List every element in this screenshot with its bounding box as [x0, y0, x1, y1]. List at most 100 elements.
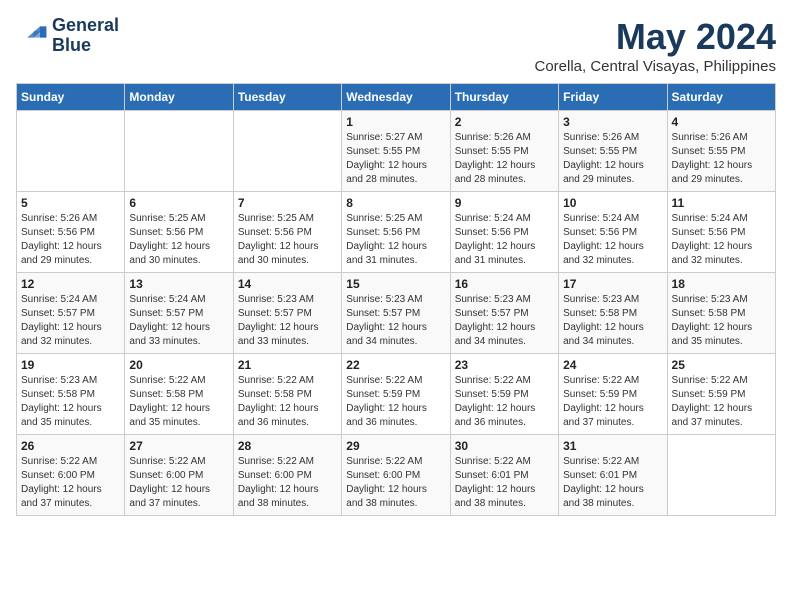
calendar-cell: 7 Sunrise: 5:25 AMSunset: 5:56 PMDaylight… — [233, 192, 341, 273]
calendar-cell: 23 Sunrise: 5:22 AMSunset: 5:59 PMDayligh… — [450, 354, 558, 435]
calendar-cell: 9 Sunrise: 5:24 AMSunset: 5:56 PMDaylight… — [450, 192, 558, 273]
day-info: Sunrise: 5:27 AMSunset: 5:55 PMDaylight:… — [346, 131, 445, 187]
calendar-cell: 1 Sunrise: 5:27 AMSunset: 5:55 PMDaylight… — [342, 111, 450, 192]
day-number: 22 — [346, 358, 445, 372]
day-number: 27 — [129, 439, 228, 453]
day-number: 5 — [21, 196, 120, 210]
day-info: Sunrise: 5:22 AMSunset: 6:00 PMDaylight:… — [346, 455, 445, 511]
calendar-cell: 25Sunrise: 5:22 AMSunset: 5:59 PMDayligh… — [667, 354, 775, 435]
day-info: Sunrise: 5:22 AMSunset: 6:00 PMDaylight:… — [238, 455, 337, 511]
day-number: 15 — [346, 277, 445, 291]
day-info: Sunrise: 5:22 AMSunset: 5:59 PMDaylight:… — [346, 374, 445, 430]
calendar-cell — [17, 111, 125, 192]
day-info: Sunrise: 5:23 AMSunset: 5:58 PMDaylight:… — [672, 293, 771, 349]
calendar-week-row: 26Sunrise: 5:22 AMSunset: 6:00 PMDayligh… — [17, 435, 776, 516]
day-info: Sunrise: 5:25 AMSunset: 5:56 PMDaylight:… — [238, 212, 337, 268]
weekday-header-row: SundayMondayTuesdayWednesdayThursdayFrid… — [17, 84, 776, 111]
weekday-header: Friday — [559, 84, 667, 111]
calendar-cell: 20Sunrise: 5:22 AMSunset: 5:58 PMDayligh… — [125, 354, 233, 435]
calendar-cell: 24Sunrise: 5:22 AMSunset: 5:59 PMDayligh… — [559, 354, 667, 435]
calendar-week-row: 12 Sunrise: 5:24 AMSunset: 5:57 PMDayligh… — [17, 273, 776, 354]
day-info: Sunrise: 5:23 AMSunset: 5:57 PMDaylight:… — [238, 293, 337, 349]
day-info: Sunrise: 5:22 AMSunset: 5:59 PMDaylight:… — [455, 374, 554, 430]
day-info: Sunrise: 5:23 AMSunset: 5:58 PMDaylight:… — [21, 374, 120, 430]
day-number: 18 — [672, 277, 771, 291]
day-info: Sunrise: 5:22 AMSunset: 5:58 PMDaylight:… — [238, 374, 337, 430]
day-info: Sunrise: 5:25 AMSunset: 5:56 PMDaylight:… — [346, 212, 445, 268]
title-block: May 2024 Corella, Central Visayas, Phili… — [534, 16, 776, 75]
day-info: Sunrise: 5:24 AMSunset: 5:56 PMDaylight:… — [672, 212, 771, 268]
page-subtitle: Corella, Central Visayas, Philippines — [534, 58, 776, 75]
day-number: 25 — [672, 358, 771, 372]
calendar-cell: 4 Sunrise: 5:26 AMSunset: 5:55 PMDaylight… — [667, 111, 775, 192]
day-number: 8 — [346, 196, 445, 210]
day-number: 2 — [455, 115, 554, 129]
day-number: 20 — [129, 358, 228, 372]
calendar-cell: 18 Sunrise: 5:23 AMSunset: 5:58 PMDayligh… — [667, 273, 775, 354]
calendar-cell: 5 Sunrise: 5:26 AMSunset: 5:56 PMDaylight… — [17, 192, 125, 273]
day-number: 10 — [563, 196, 662, 210]
day-number: 31 — [563, 439, 662, 453]
calendar-cell: 6Sunrise: 5:25 AMSunset: 5:56 PMDaylight… — [125, 192, 233, 273]
day-number: 14 — [238, 277, 337, 291]
day-number: 4 — [672, 115, 771, 129]
day-info: Sunrise: 5:23 AMSunset: 5:58 PMDaylight:… — [563, 293, 662, 349]
day-info: Sunrise: 5:23 AMSunset: 5:57 PMDaylight:… — [346, 293, 445, 349]
weekday-header: Sunday — [17, 84, 125, 111]
calendar-cell — [667, 435, 775, 516]
calendar-cell — [125, 111, 233, 192]
day-info: Sunrise: 5:24 AMSunset: 5:57 PMDaylight:… — [21, 293, 120, 349]
calendar-cell: 27 Sunrise: 5:22 AMSunset: 6:00 PMDayligh… — [125, 435, 233, 516]
day-number: 23 — [455, 358, 554, 372]
calendar-cell: 14 Sunrise: 5:23 AMSunset: 5:57 PMDayligh… — [233, 273, 341, 354]
day-number: 1 — [346, 115, 445, 129]
day-number: 17 — [563, 277, 662, 291]
calendar-cell — [233, 111, 341, 192]
calendar-cell: 3 Sunrise: 5:26 AMSunset: 5:55 PMDaylight… — [559, 111, 667, 192]
logo-icon — [16, 20, 48, 52]
day-info: Sunrise: 5:22 AMSunset: 6:01 PMDaylight:… — [563, 455, 662, 511]
day-number: 12 — [21, 277, 120, 291]
day-info: Sunrise: 5:22 AMSunset: 6:00 PMDaylight:… — [129, 455, 228, 511]
day-number: 30 — [455, 439, 554, 453]
calendar-cell: 10 Sunrise: 5:24 AMSunset: 5:56 PMDayligh… — [559, 192, 667, 273]
day-info: Sunrise: 5:22 AMSunset: 5:59 PMDaylight:… — [563, 374, 662, 430]
calendar-cell: 29 Sunrise: 5:22 AMSunset: 6:00 PMDayligh… — [342, 435, 450, 516]
calendar-cell: 11 Sunrise: 5:24 AMSunset: 5:56 PMDayligh… — [667, 192, 775, 273]
day-info: Sunrise: 5:23 AMSunset: 5:57 PMDaylight:… — [455, 293, 554, 349]
day-info: Sunrise: 5:26 AMSunset: 5:55 PMDaylight:… — [672, 131, 771, 187]
calendar-cell: 30 Sunrise: 5:22 AMSunset: 6:01 PMDayligh… — [450, 435, 558, 516]
logo: General Blue — [16, 16, 119, 56]
calendar-cell: 28 Sunrise: 5:22 AMSunset: 6:00 PMDayligh… — [233, 435, 341, 516]
calendar-cell: 2 Sunrise: 5:26 AMSunset: 5:55 PMDaylight… — [450, 111, 558, 192]
calendar-cell: 31 Sunrise: 5:22 AMSunset: 6:01 PMDayligh… — [559, 435, 667, 516]
day-info: Sunrise: 5:26 AMSunset: 5:55 PMDaylight:… — [563, 131, 662, 187]
day-number: 16 — [455, 277, 554, 291]
calendar-cell: 21 Sunrise: 5:22 AMSunset: 5:58 PMDayligh… — [233, 354, 341, 435]
weekday-header: Thursday — [450, 84, 558, 111]
day-number: 29 — [346, 439, 445, 453]
weekday-header: Monday — [125, 84, 233, 111]
calendar-cell: 16 Sunrise: 5:23 AMSunset: 5:57 PMDayligh… — [450, 273, 558, 354]
day-number: 13 — [129, 277, 228, 291]
weekday-header: Saturday — [667, 84, 775, 111]
day-number: 11 — [672, 196, 771, 210]
calendar-cell: 13Sunrise: 5:24 AMSunset: 5:57 PMDayligh… — [125, 273, 233, 354]
day-number: 9 — [455, 196, 554, 210]
logo-text: General Blue — [52, 16, 119, 56]
day-number: 6 — [129, 196, 228, 210]
day-info: Sunrise: 5:24 AMSunset: 5:56 PMDaylight:… — [563, 212, 662, 268]
calendar-cell: 26Sunrise: 5:22 AMSunset: 6:00 PMDayligh… — [17, 435, 125, 516]
calendar-cell: 22 Sunrise: 5:22 AMSunset: 5:59 PMDayligh… — [342, 354, 450, 435]
page-title: May 2024 — [534, 16, 776, 58]
day-number: 7 — [238, 196, 337, 210]
day-info: Sunrise: 5:22 AMSunset: 6:01 PMDaylight:… — [455, 455, 554, 511]
day-info: Sunrise: 5:22 AMSunset: 6:00 PMDaylight:… — [21, 455, 120, 511]
day-number: 3 — [563, 115, 662, 129]
day-info: Sunrise: 5:26 AMSunset: 5:56 PMDaylight:… — [21, 212, 120, 268]
day-info: Sunrise: 5:24 AMSunset: 5:56 PMDaylight:… — [455, 212, 554, 268]
day-info: Sunrise: 5:26 AMSunset: 5:55 PMDaylight:… — [455, 131, 554, 187]
day-number: 21 — [238, 358, 337, 372]
calendar-cell: 15 Sunrise: 5:23 AMSunset: 5:57 PMDayligh… — [342, 273, 450, 354]
day-number: 28 — [238, 439, 337, 453]
